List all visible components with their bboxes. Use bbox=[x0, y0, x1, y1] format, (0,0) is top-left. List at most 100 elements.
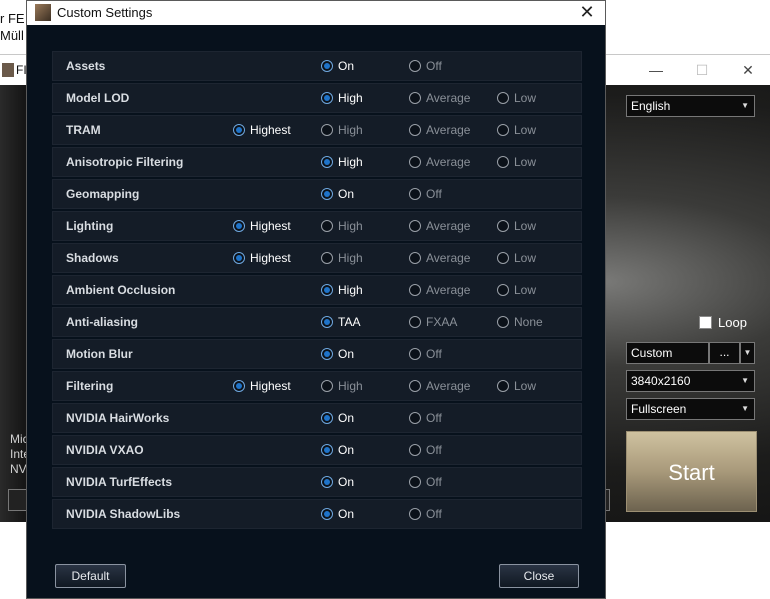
radio-option[interactable]: Off bbox=[409, 347, 442, 361]
radio-unselected-icon[interactable] bbox=[409, 412, 421, 424]
radio-option[interactable]: Highest bbox=[233, 379, 291, 393]
radio-unselected-icon[interactable] bbox=[409, 508, 421, 520]
radio-option[interactable]: High bbox=[321, 379, 363, 393]
radio-selected-icon[interactable] bbox=[321, 60, 333, 72]
radio-selected-icon[interactable] bbox=[321, 508, 333, 520]
radio-option[interactable]: Average bbox=[409, 155, 470, 169]
radio-selected-icon[interactable] bbox=[321, 412, 333, 424]
close-icon[interactable]: ✕ bbox=[575, 1, 599, 23]
launcher-close-icon[interactable]: ✕ bbox=[733, 60, 763, 80]
resolution-select[interactable]: 3840x2160 ▼ bbox=[626, 370, 755, 392]
preset-select[interactable]: Custom bbox=[626, 342, 709, 364]
close-button[interactable]: Close bbox=[499, 564, 579, 588]
radio-unselected-icon[interactable] bbox=[409, 188, 421, 200]
radio-option[interactable]: Highest bbox=[233, 123, 291, 137]
radio-unselected-icon[interactable] bbox=[321, 220, 333, 232]
radio-option-label: FXAA bbox=[426, 315, 458, 329]
radio-selected-icon[interactable] bbox=[321, 444, 333, 456]
radio-unselected-icon[interactable] bbox=[321, 124, 333, 136]
language-select[interactable]: English ▼ bbox=[626, 95, 755, 117]
radio-option[interactable]: Off bbox=[409, 507, 442, 521]
radio-option[interactable]: High bbox=[321, 91, 363, 105]
radio-option[interactable]: On bbox=[321, 475, 354, 489]
radio-selected-icon[interactable] bbox=[321, 348, 333, 360]
radio-option[interactable]: Low bbox=[497, 251, 536, 265]
radio-selected-icon[interactable] bbox=[233, 124, 245, 136]
radio-unselected-icon[interactable] bbox=[409, 380, 421, 392]
radio-option[interactable]: Average bbox=[409, 379, 470, 393]
radio-unselected-icon[interactable] bbox=[409, 348, 421, 360]
radio-unselected-icon[interactable] bbox=[497, 124, 509, 136]
radio-option[interactable]: High bbox=[321, 219, 363, 233]
radio-unselected-icon[interactable] bbox=[409, 476, 421, 488]
radio-option[interactable]: High bbox=[321, 251, 363, 265]
radio-option[interactable]: Average bbox=[409, 91, 470, 105]
radio-option[interactable]: None bbox=[497, 315, 543, 329]
start-button[interactable]: Start bbox=[626, 431, 757, 512]
minimize-icon[interactable]: — bbox=[641, 60, 671, 80]
radio-unselected-icon[interactable] bbox=[497, 316, 509, 328]
radio-selected-icon[interactable] bbox=[233, 220, 245, 232]
radio-option[interactable]: Average bbox=[409, 251, 470, 265]
radio-option[interactable]: Low bbox=[497, 219, 536, 233]
radio-unselected-icon[interactable] bbox=[409, 124, 421, 136]
radio-option[interactable]: Highest bbox=[233, 219, 291, 233]
radio-selected-icon[interactable] bbox=[321, 92, 333, 104]
radio-option[interactable]: Low bbox=[497, 123, 536, 137]
radio-option[interactable]: Off bbox=[409, 411, 442, 425]
radio-option[interactable]: FXAA bbox=[409, 315, 457, 329]
radio-unselected-icon[interactable] bbox=[409, 284, 421, 296]
chevron-down-icon: ▼ bbox=[741, 404, 749, 413]
radio-selected-icon[interactable] bbox=[233, 380, 245, 392]
radio-option[interactable]: Off bbox=[409, 187, 442, 201]
radio-option[interactable]: Off bbox=[409, 59, 442, 73]
radio-option[interactable]: On bbox=[321, 347, 354, 361]
radio-option[interactable]: Off bbox=[409, 475, 442, 489]
radio-option[interactable]: Low bbox=[497, 379, 536, 393]
display-mode-select[interactable]: Fullscreen ▼ bbox=[626, 398, 755, 420]
radio-unselected-icon[interactable] bbox=[409, 444, 421, 456]
radio-option[interactable]: TAA bbox=[321, 315, 360, 329]
radio-option[interactable]: High bbox=[321, 155, 363, 169]
radio-unselected-icon[interactable] bbox=[497, 220, 509, 232]
radio-selected-icon[interactable] bbox=[321, 284, 333, 296]
default-button[interactable]: Default bbox=[55, 564, 126, 588]
radio-option[interactable]: Average bbox=[409, 123, 470, 137]
radio-option[interactable]: On bbox=[321, 59, 354, 73]
radio-unselected-icon[interactable] bbox=[497, 380, 509, 392]
radio-unselected-icon[interactable] bbox=[409, 316, 421, 328]
radio-option[interactable]: Low bbox=[497, 91, 536, 105]
radio-option[interactable]: Low bbox=[497, 155, 536, 169]
radio-unselected-icon[interactable] bbox=[409, 220, 421, 232]
radio-option[interactable]: Average bbox=[409, 219, 470, 233]
radio-unselected-icon[interactable] bbox=[409, 156, 421, 168]
radio-option[interactable]: Off bbox=[409, 443, 442, 457]
radio-unselected-icon[interactable] bbox=[497, 156, 509, 168]
preset-more-button[interactable]: ... bbox=[709, 342, 740, 364]
radio-option[interactable]: High bbox=[321, 283, 363, 297]
radio-option[interactable]: Highest bbox=[233, 251, 291, 265]
radio-selected-icon[interactable] bbox=[321, 188, 333, 200]
radio-unselected-icon[interactable] bbox=[409, 252, 421, 264]
radio-unselected-icon[interactable] bbox=[497, 92, 509, 104]
radio-unselected-icon[interactable] bbox=[409, 92, 421, 104]
radio-unselected-icon[interactable] bbox=[321, 252, 333, 264]
radio-unselected-icon[interactable] bbox=[497, 252, 509, 264]
radio-selected-icon[interactable] bbox=[321, 316, 333, 328]
radio-option[interactable]: Average bbox=[409, 283, 470, 297]
radio-option[interactable]: On bbox=[321, 507, 354, 521]
radio-option[interactable]: High bbox=[321, 123, 363, 137]
radio-selected-icon[interactable] bbox=[321, 476, 333, 488]
radio-option[interactable]: On bbox=[321, 443, 354, 457]
radio-unselected-icon[interactable] bbox=[497, 284, 509, 296]
radio-selected-icon[interactable] bbox=[233, 252, 245, 264]
radio-selected-icon[interactable] bbox=[321, 156, 333, 168]
radio-unselected-icon[interactable] bbox=[409, 60, 421, 72]
chevron-down-icon[interactable]: ▼ bbox=[740, 342, 755, 364]
loop-checkbox[interactable] bbox=[699, 316, 712, 329]
radio-option[interactable]: On bbox=[321, 187, 354, 201]
maximize-icon[interactable]: ☐ bbox=[687, 60, 717, 80]
radio-option[interactable]: Low bbox=[497, 283, 536, 297]
radio-option[interactable]: On bbox=[321, 411, 354, 425]
radio-unselected-icon[interactable] bbox=[321, 380, 333, 392]
